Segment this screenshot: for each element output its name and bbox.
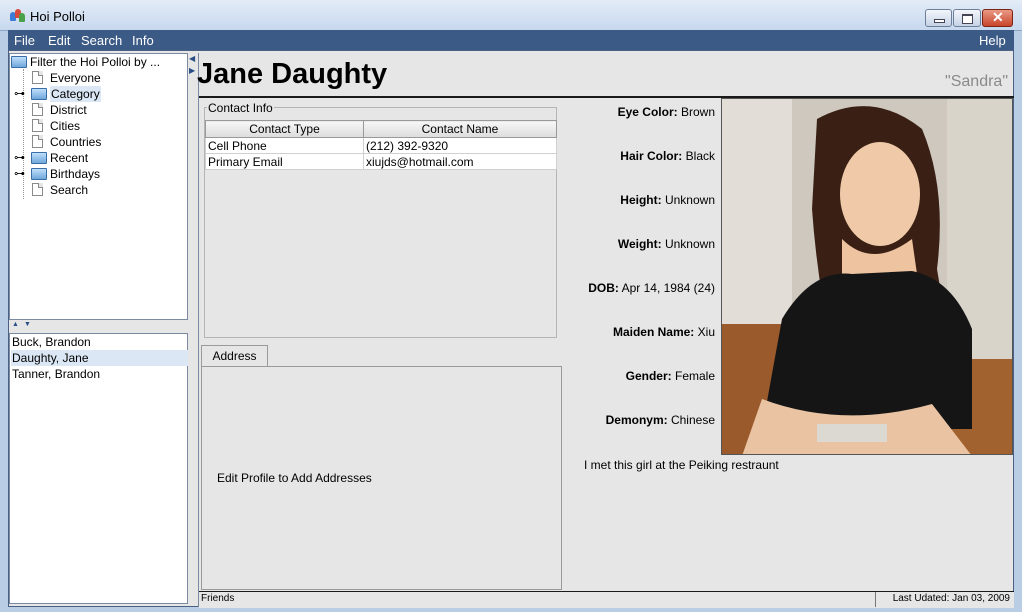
tree-item-label: Everyone [50, 71, 101, 85]
title-bar[interactable]: Hoi Polloi ✕ [0, 0, 1022, 31]
list-item[interactable]: Buck, Brandon [11, 334, 188, 350]
document-icon [32, 71, 43, 84]
tree-item-label: Category [50, 86, 101, 102]
attr-dob: DOB: Apr 14, 1984 (24) [588, 281, 715, 295]
table-cell[interactable]: Primary Email [205, 153, 364, 170]
menu-search[interactable]: Search [81, 33, 122, 48]
tree-item-label: Search [50, 183, 89, 197]
app-icon [10, 9, 25, 22]
document-icon [32, 119, 43, 132]
minimize-icon [934, 19, 945, 23]
folder-open-icon [11, 56, 27, 68]
folder-icon [31, 152, 47, 164]
people-list[interactable]: Buck, Brandon Daughty, Jane Tanner, Bran… [9, 333, 188, 604]
profile-note: I met this girl at the Peiking restraunt [584, 458, 779, 472]
close-button[interactable]: ✕ [982, 9, 1013, 27]
profile-name: Jane Daughty [197, 58, 388, 90]
table-cell[interactable]: Cell Phone [205, 137, 364, 154]
tree-item-label: Countries [50, 135, 102, 149]
tree-item-label: Birthdays [50, 167, 101, 181]
list-item-selected[interactable]: Daughty, Jane [11, 350, 188, 366]
expand-key-icon[interactable]: ⊶ [14, 168, 25, 180]
tree-root-label: Filter the Hoi Polloi by ... [30, 55, 161, 69]
attr-height: Height: Unknown [620, 193, 715, 207]
attr-eye-color: Eye Color: Brown [617, 105, 715, 119]
folder-icon [31, 88, 47, 100]
attr-maiden-name: Maiden Name: Xiu [612, 325, 715, 339]
menu-edit[interactable]: Edit [48, 33, 70, 48]
table-row[interactable]: Primary Email xiujds@hotmail.com [205, 153, 557, 170]
status-category: Friends [201, 593, 235, 604]
split-down-arrow-icon[interactable]: ▼ [24, 321, 31, 328]
tree-item-label: Recent [50, 151, 89, 165]
column-header-contact-name[interactable]: Contact Name [363, 120, 557, 138]
status-bar: Friends Last Udated: Jan 03, 2009 [199, 591, 1014, 608]
document-icon [32, 103, 43, 116]
tree-item-label: District [50, 103, 87, 117]
expand-key-icon[interactable]: ⊶ [14, 88, 25, 100]
expand-key-icon[interactable]: ⊶ [14, 152, 25, 164]
profile-nickname: "Sandra" [945, 73, 1008, 90]
maximize-button[interactable] [953, 9, 981, 27]
attr-weight: Weight: Unknown [617, 237, 715, 251]
close-icon: ✕ [992, 9, 1004, 25]
profile-photo-image [722, 99, 1012, 454]
filter-tree[interactable]: Filter the Hoi Polloi by ... Everyone ⊶ … [9, 53, 188, 320]
contact-table: Contact Type Contact Name Cell Phone (21… [205, 120, 557, 170]
contact-info-legend: Contact Info [207, 101, 274, 115]
window-title: Hoi Polloi [30, 9, 85, 24]
address-hint: Edit Profile to Add Addresses [217, 471, 372, 485]
table-cell[interactable]: xiujds@hotmail.com [363, 153, 557, 170]
document-icon [32, 183, 43, 196]
menu-file[interactable]: File [14, 33, 35, 48]
menu-bar: File Edit Search Info Help [8, 30, 1014, 50]
maximize-icon [962, 14, 973, 24]
attr-hair-color: Hair Color: Black [620, 149, 715, 163]
status-separator [875, 592, 876, 607]
column-header-contact-type[interactable]: Contact Type [205, 120, 364, 138]
vertical-divider[interactable] [198, 53, 199, 607]
status-last-updated: Last Udated: Jan 03, 2009 [892, 593, 1010, 604]
list-item[interactable]: Tanner, Brandon [11, 366, 188, 382]
table-row[interactable]: Cell Phone (212) 392-9320 [205, 137, 557, 154]
split-left-arrow-icon[interactable]: ◀ [189, 54, 195, 63]
menu-info[interactable]: Info [132, 33, 154, 48]
split-right-arrow-icon[interactable]: ▶ [189, 66, 195, 75]
table-cell[interactable]: (212) 392-9320 [363, 137, 557, 154]
document-icon [32, 135, 43, 148]
split-up-arrow-icon[interactable]: ▲ [12, 321, 19, 328]
tree-item-label: Cities [50, 119, 81, 133]
tab-address[interactable]: Address [201, 345, 268, 366]
minimize-button[interactable] [925, 9, 952, 27]
attr-gender: Gender: Female [625, 369, 715, 383]
profile-photo[interactable] [721, 98, 1013, 455]
folder-icon [31, 168, 47, 180]
menu-help[interactable]: Help [979, 33, 1006, 48]
attr-demonym: Demonym: Chinese [605, 413, 715, 427]
